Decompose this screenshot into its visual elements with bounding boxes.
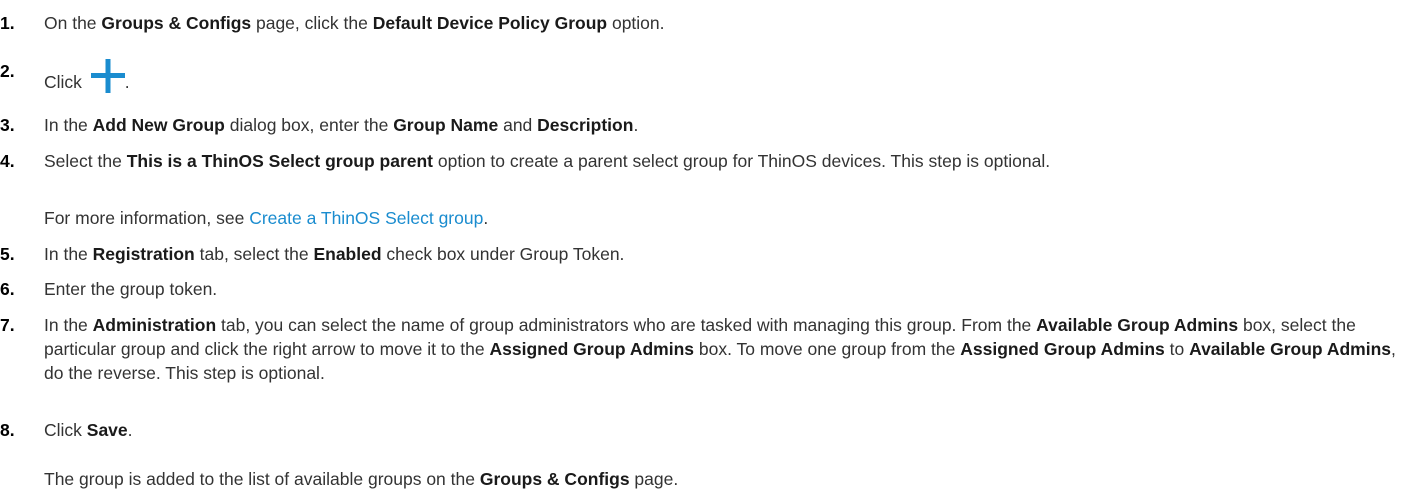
step-number: 6. — [0, 279, 15, 299]
step-8: 8. Click Save. — [0, 418, 1397, 442]
step-text: Select the This is a ThinOS Select group… — [44, 151, 1051, 171]
step-number: 4. — [0, 151, 15, 171]
create-thinos-select-group-link[interactable]: Create a ThinOS Select group — [249, 208, 483, 228]
step-number: 3. — [0, 115, 15, 135]
step-1: 1. On the Groups & Configs page, click t… — [0, 11, 1397, 35]
step-number: 1. — [0, 13, 15, 33]
step-7: 7. In the Administration tab, you can se… — [0, 313, 1397, 385]
step-text: Enter the group token. — [44, 279, 218, 299]
step-3: 3. In the Add New Group dialog box, ente… — [0, 113, 1397, 137]
plus-icon — [90, 59, 125, 93]
step-number: 5. — [0, 244, 15, 264]
step-text: On the Groups & Configs page, click the … — [44, 13, 665, 33]
step-text: Click Save. — [44, 420, 133, 440]
step-number: 8. — [0, 420, 15, 440]
step-8-note: The group is added to the list of availa… — [44, 469, 679, 489]
step-4: 4. Select the This is a ThinOS Select gr… — [0, 149, 1397, 173]
step-number: 2. — [0, 61, 15, 81]
step-number: 7. — [0, 315, 15, 335]
step-2: 2. Click . — [0, 59, 1397, 94]
step-4-note: For more information, see Create a ThinO… — [44, 208, 489, 228]
step-6: 6. Enter the group token. — [0, 277, 1397, 301]
step-text: In the Add New Group dialog box, enter t… — [44, 115, 639, 135]
step-text: In the Registration tab, select the Enab… — [44, 244, 625, 264]
step-text: Click . — [44, 59, 1397, 94]
step-5: 5. In the Registration tab, select the E… — [0, 242, 1397, 266]
procedure-document: 1. On the Groups & Configs page, click t… — [0, 0, 1411, 503]
step-text: In the Administration tab, you can selec… — [44, 315, 1396, 383]
